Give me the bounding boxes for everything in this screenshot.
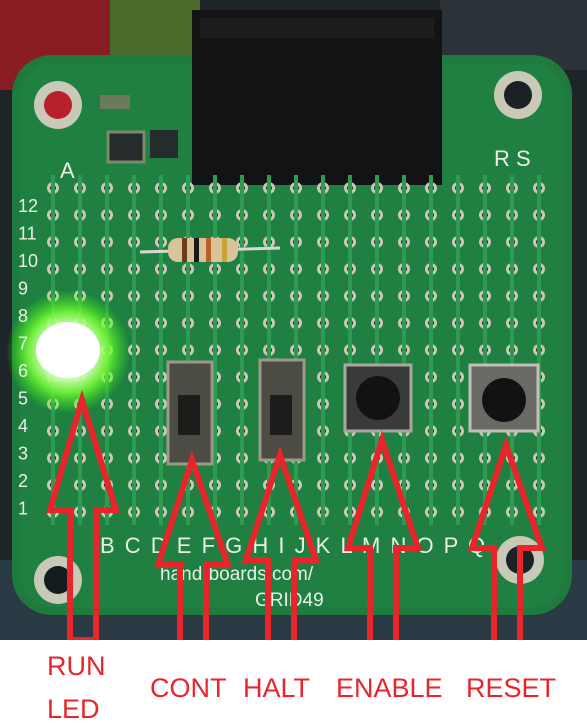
- silkscreen-website: hand-boards.com/: [160, 564, 314, 585]
- row-number-label: 1: [18, 499, 28, 519]
- row-number-label: 2: [18, 471, 28, 491]
- mounting-hole: [34, 81, 82, 129]
- label-halt: HALT: [243, 673, 311, 703]
- label-reset: RESET: [466, 673, 557, 703]
- row-number-label: 3: [18, 444, 28, 464]
- cont-slide-switch: [166, 360, 214, 466]
- row-number-label: 8: [18, 306, 28, 326]
- row-number-label: 7: [18, 334, 28, 354]
- silkscreen-column-a: A: [60, 158, 75, 183]
- pcb-illustration: A R S 12 11 10 9 8 7 6 5 4 3 2 1 B C D E F G H I J …: [0, 0, 587, 640]
- label-run: RUN: [47, 651, 106, 681]
- silkscreen-columns-rs: R S: [494, 146, 531, 171]
- row-number-label: 12: [18, 196, 38, 216]
- label-cont: CONT: [150, 673, 227, 703]
- label-led: LED: [47, 694, 100, 724]
- halt-slide-switch: [258, 358, 306, 462]
- row-number-label: 11: [18, 224, 37, 244]
- row-number-label: 6: [18, 361, 28, 381]
- pcb-photo: A R S 12 11 10 9 8 7 6 5 4 3 2 1 B C D E F G H I J …: [0, 0, 587, 640]
- row-number-label: 9: [18, 279, 28, 299]
- row-number-label: 4: [18, 416, 28, 436]
- mounting-hole: [494, 71, 542, 119]
- enable-push-button: [343, 363, 413, 433]
- row-number-label: 5: [18, 389, 28, 409]
- mounting-hole: [34, 556, 82, 604]
- row-number-label: 10: [18, 251, 38, 271]
- silkscreen-column-letters: B C D E F G H I J K L M N O P Q: [100, 533, 487, 558]
- label-enable: ENABLE: [336, 673, 443, 703]
- background-object: [110, 0, 200, 60]
- reset-push-button: [468, 363, 540, 433]
